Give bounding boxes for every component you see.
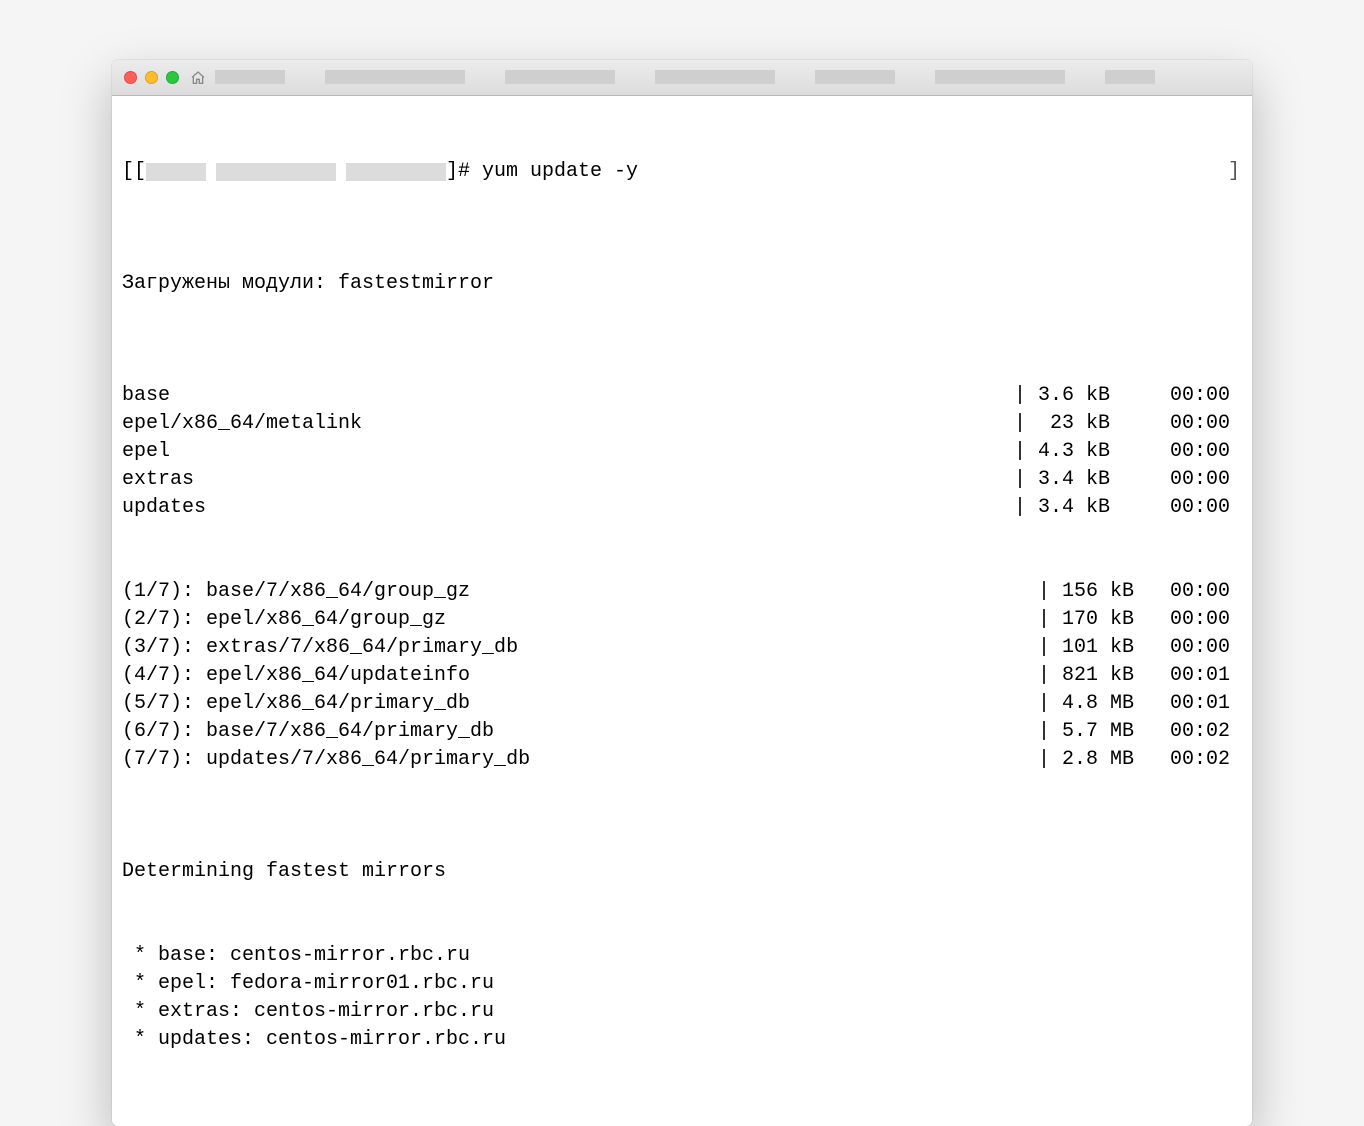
prompt-close: ]# [446,158,470,186]
repo-stats: | 3.4 kB 00:00 [1014,466,1242,494]
traffic-lights [124,71,179,84]
download-stats: | 5.7 MB 00:02 [1038,718,1242,746]
download-name: (5/7): epel/x86_64/primary_db [122,690,470,718]
download-name: (3/7): extras/7/x86_64/primary_db [122,634,518,662]
mirror-line: * base: centos-mirror.rbc.ru [122,942,1242,970]
repo-row: extras | 3.4 kB 00:00 [122,466,1242,494]
terminal-content[interactable]: [[ ]# yum update -y ] Загружены модули: … [112,96,1252,1126]
download-name: (2/7): epel/x86_64/group_gz [122,606,446,634]
window-title-redacted [215,70,1240,86]
repo-stats: | 4.3 kB 00:00 [1014,438,1242,466]
repo-name: base [122,382,170,410]
download-row: (6/7): base/7/x86_64/primary_db | 5.7 MB … [122,718,1242,746]
mirror-line: * epel: fedora-mirror01.rbc.ru [122,970,1242,998]
repo-stats: | 3.6 kB 00:00 [1014,382,1242,410]
download-name: (7/7): updates/7/x86_64/primary_db [122,746,530,774]
repo-row: base | 3.6 kB 00:00 [122,382,1242,410]
repo-name: updates [122,494,206,522]
maximize-icon[interactable] [166,71,179,84]
close-icon[interactable] [124,71,137,84]
download-stats: | 156 kB 00:00 [1038,578,1242,606]
command-text: yum update -y [470,158,638,186]
repo-name: extras [122,466,194,494]
repo-stats: | 23 kB 00:00 [1014,410,1242,438]
prompt-redacted [146,163,206,181]
download-name: (1/7): base/7/x86_64/group_gz [122,578,470,606]
download-row: (5/7): epel/x86_64/primary_db | 4.8 MB 00… [122,690,1242,718]
download-name: (4/7): epel/x86_64/updateinfo [122,662,470,690]
download-stats: | 2.8 MB 00:02 [1038,746,1242,774]
prompt-redacted [216,163,336,181]
mirror-line: * extras: centos-mirror.rbc.ru [122,998,1242,1026]
download-row: (4/7): epel/x86_64/updateinfo | 821 kB 00… [122,662,1242,690]
download-row: (1/7): base/7/x86_64/group_gz | 156 kB 00… [122,578,1242,606]
download-row: (2/7): epel/x86_64/group_gz | 170 kB 00:0… [122,606,1242,634]
modules-line: Загружены модули: fastestmirror [122,270,1242,298]
download-row: (7/7): updates/7/x86_64/primary_db | 2.8 … [122,746,1242,774]
prompt-redacted [346,163,446,181]
line-end-bracket: ] [1228,158,1242,186]
prompt-open: [[ [122,158,146,186]
determining-line: Determining fastest mirrors [122,858,1242,886]
prompt-line: [[ ]# yum update -y ] [122,158,1242,186]
repo-row: updates | 3.4 kB 00:00 [122,494,1242,522]
mirror-line: * updates: centos-mirror.rbc.ru [122,1026,1242,1054]
repo-row: epel | 4.3 kB 00:00 [122,438,1242,466]
repo-name: epel [122,438,170,466]
repo-stats: | 3.4 kB 00:00 [1014,494,1242,522]
download-stats: | 821 kB 00:01 [1038,662,1242,690]
download-name: (6/7): base/7/x86_64/primary_db [122,718,494,746]
repo-name: epel/x86_64/metalink [122,410,362,438]
terminal-window: [[ ]# yum update -y ] Загружены модули: … [112,60,1252,1126]
download-stats: | 170 kB 00:00 [1038,606,1242,634]
window-titlebar[interactable] [112,60,1252,96]
home-icon[interactable] [189,69,207,87]
repo-row: epel/x86_64/metalink | 23 kB 00:00 [122,410,1242,438]
download-stats: | 101 kB 00:00 [1038,634,1242,662]
download-stats: | 4.8 MB 00:01 [1038,690,1242,718]
minimize-icon[interactable] [145,71,158,84]
download-row: (3/7): extras/7/x86_64/primary_db | 101 k… [122,634,1242,662]
